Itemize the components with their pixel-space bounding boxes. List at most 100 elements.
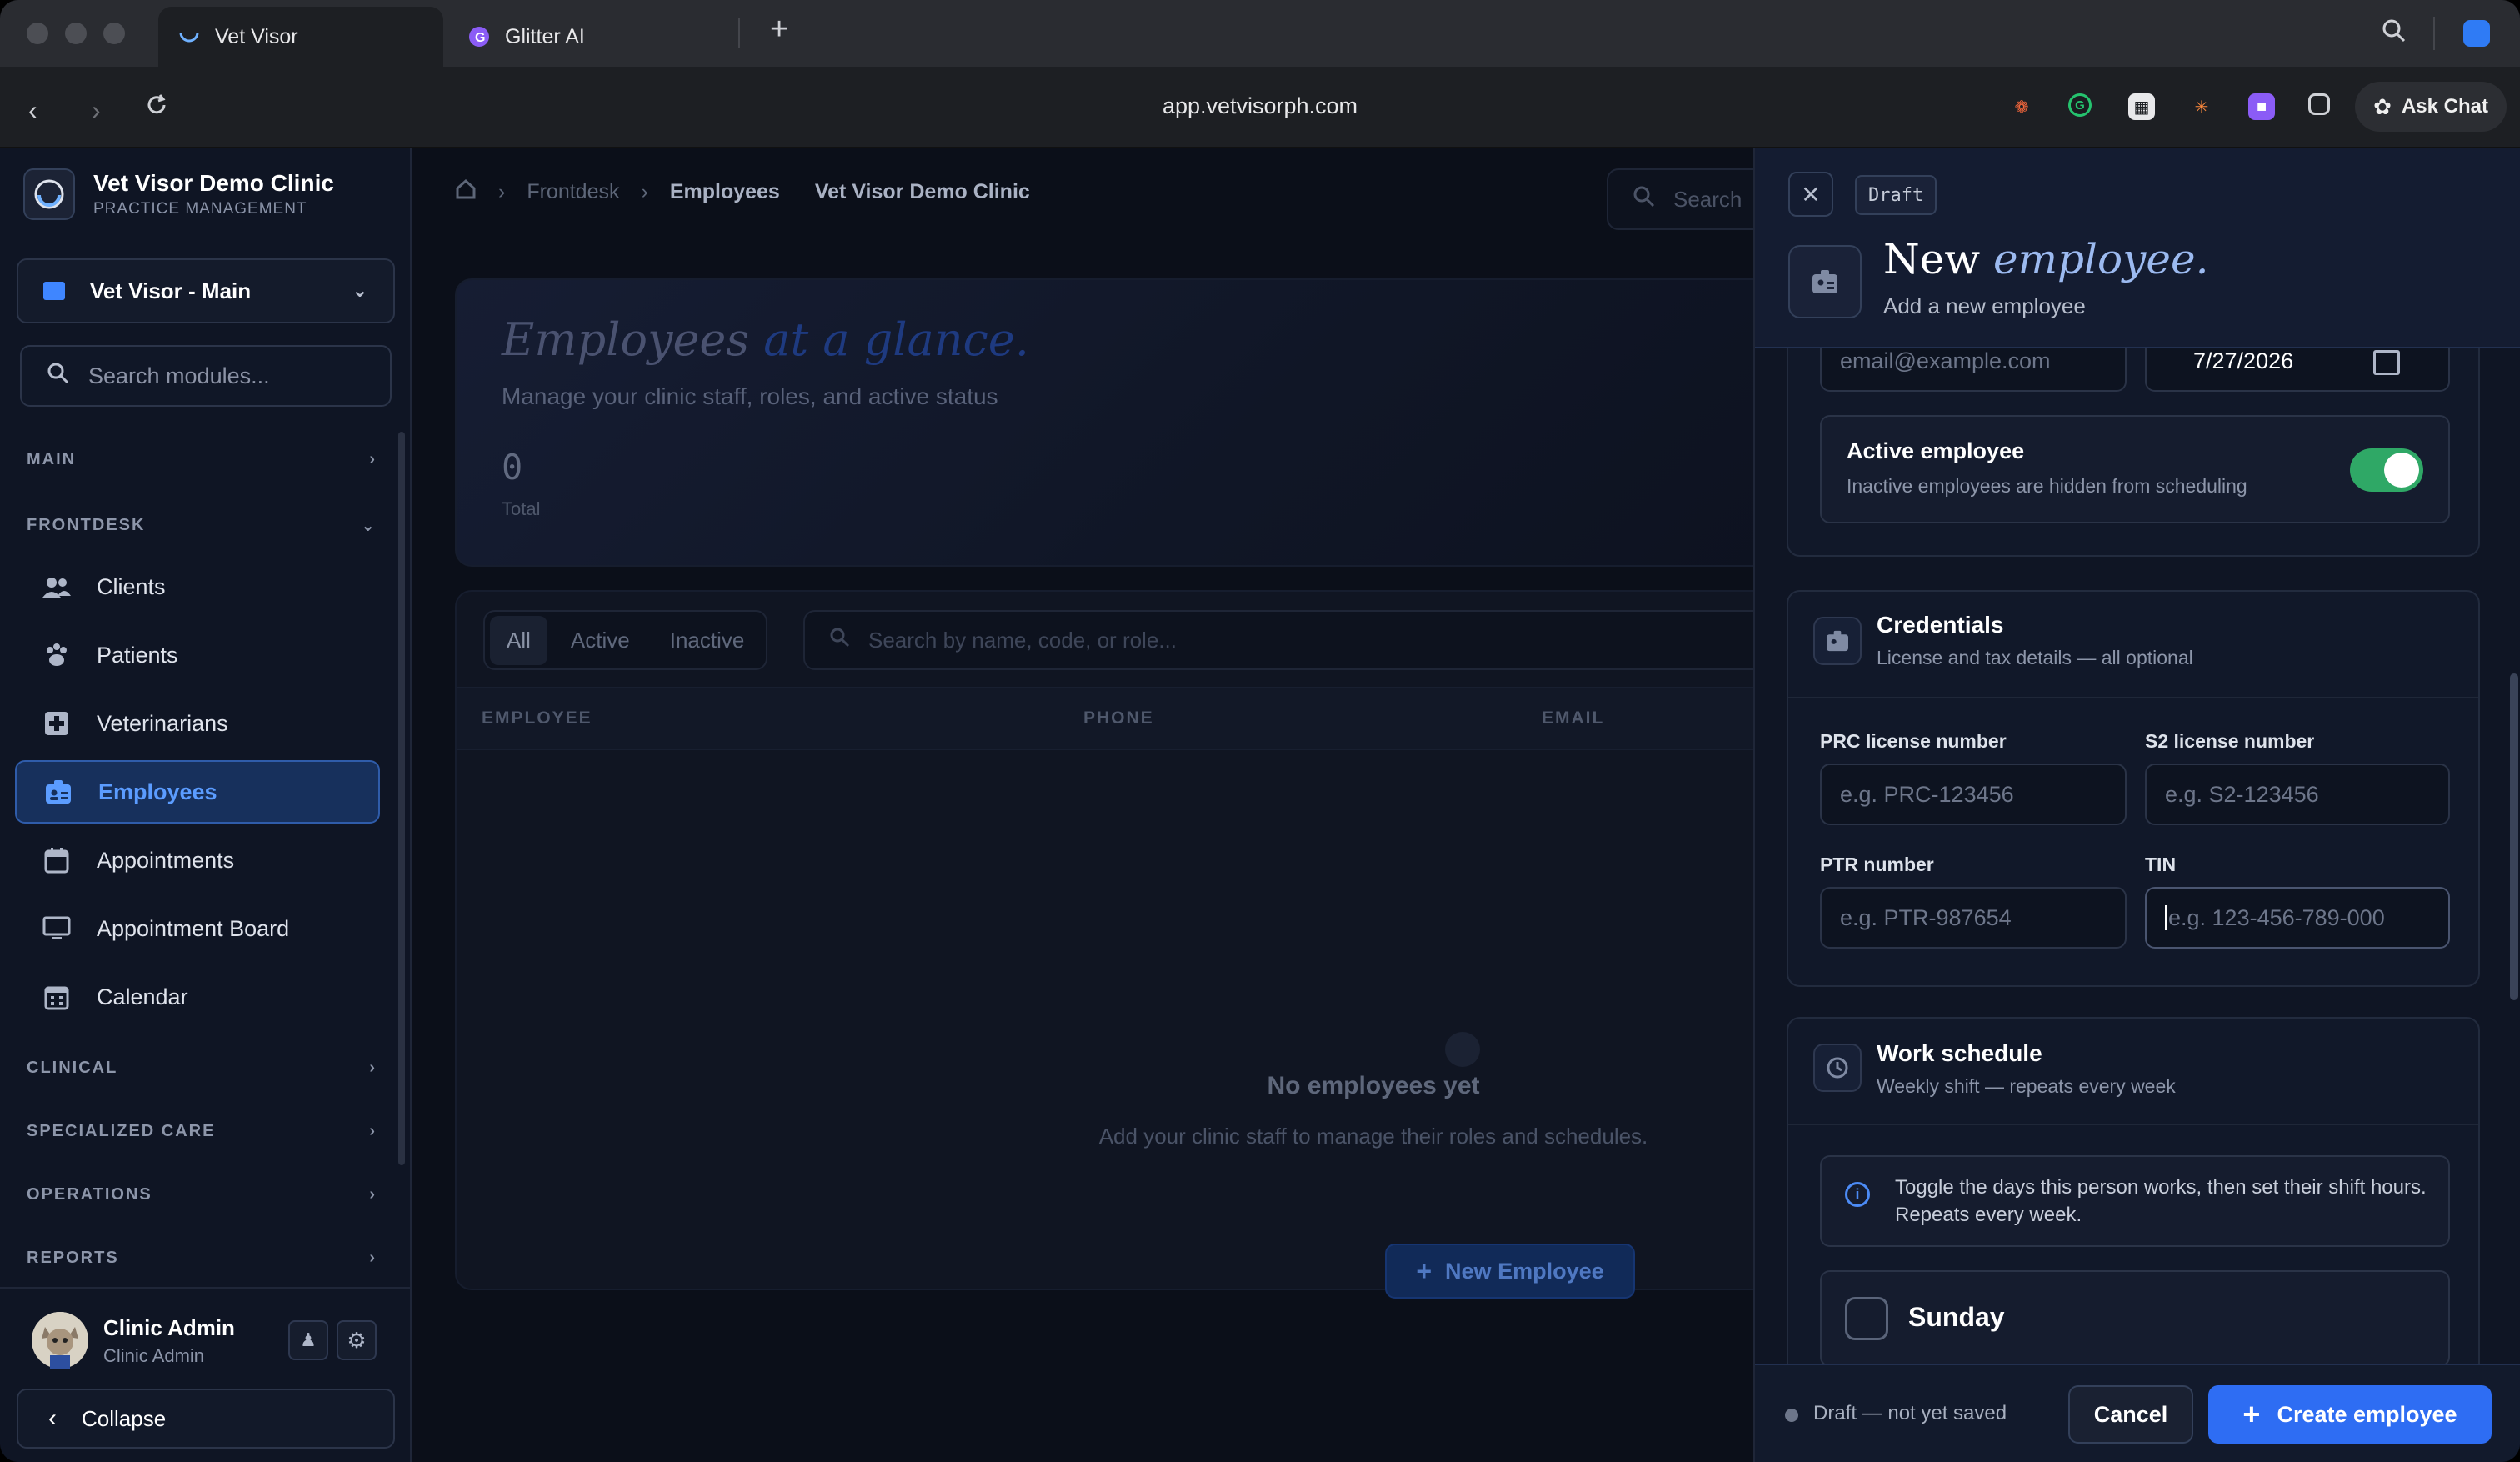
sidebar-item-patients[interactable]: Patients	[15, 623, 380, 687]
section-operations[interactable]: OPERATIONS ›	[27, 1185, 377, 1204]
user-role: Clinic Admin	[103, 1345, 205, 1366]
chevron-right-icon: ›	[369, 1059, 377, 1077]
filter-inactive[interactable]: Inactive	[653, 616, 762, 665]
info-icon: i	[1845, 1182, 1870, 1207]
drawer-subtitle: Add a new employee	[1883, 293, 2086, 318]
tab-vet-visor[interactable]: Vet Visor	[158, 7, 443, 67]
basic-info-card: email@example.com 7/27/2026 Active emplo…	[1787, 348, 2480, 557]
sidebar-item-employees[interactable]: Employees	[15, 760, 380, 824]
maximize-window-button[interactable]	[103, 23, 125, 44]
drawer-scrollbar[interactable]	[2510, 673, 2518, 1000]
main-content: › Frontdesk › Employees Vet Visor Demo C…	[413, 148, 1807, 1462]
drawer-header: ✕ Draft New employee. Add a new employee	[1755, 148, 2520, 348]
chevron-left-icon: ‹	[48, 1404, 57, 1432]
section-main[interactable]: MAIN ›	[27, 450, 377, 469]
medical-cross-icon	[42, 708, 72, 739]
svg-text:G: G	[475, 31, 485, 45]
day-row-sunday[interactable]: Sunday	[1820, 1270, 2450, 1364]
extension-glitter-icon[interactable]: ■	[2248, 93, 2275, 120]
extension-grid-icon[interactable]: ▦	[2128, 93, 2155, 120]
cancel-button[interactable]: Cancel	[2068, 1385, 2193, 1444]
schedule-info-text: Toggle the days this person works, then …	[1895, 1176, 2427, 1226]
employee-list-card: All Active Inactive Search by name, code…	[455, 590, 1803, 1299]
minimize-window-button[interactable]	[65, 23, 87, 44]
draft-status-dot	[1785, 1409, 1798, 1422]
extension-grammarly-icon[interactable]: G	[2068, 93, 2092, 117]
s2-license-input[interactable]: e.g. S2-123456	[2145, 764, 2450, 825]
store-icon	[43, 282, 65, 300]
new-tab-icon[interactable]: +	[770, 12, 788, 48]
ptr-number-input[interactable]: e.g. PTR-987654	[1820, 887, 2127, 949]
card-divider	[1788, 1124, 2478, 1125]
prc-license-input[interactable]: e.g. PRC-123456	[1820, 764, 2127, 825]
new-employee-button[interactable]: + New Employee	[1385, 1244, 1635, 1299]
branch-selector[interactable]: Vet Visor - Main ⌄	[17, 258, 395, 323]
empty-subtitle: Add your clinic staff to manage their ro…	[1098, 1124, 1648, 1149]
profile-icon[interactable]	[2463, 20, 2490, 47]
active-title: Active employee	[1847, 438, 2025, 463]
filter-all[interactable]: All	[490, 615, 548, 665]
switch-user-icon[interactable]: ♟	[288, 1320, 328, 1360]
search-icon	[1633, 186, 1655, 213]
draft-status: Draft — not yet saved	[1813, 1402, 2008, 1424]
column-employee[interactable]: EMPLOYEE	[482, 708, 592, 728]
breadcrumb-employees: Employees	[669, 180, 780, 203]
avatar[interactable]	[32, 1312, 88, 1369]
filter-active[interactable]: Active	[554, 616, 647, 665]
sidebar-item-appointment-board[interactable]: Appointment Board	[15, 897, 380, 960]
section-specialized-care[interactable]: SPECIALIZED CARE ›	[27, 1122, 377, 1141]
tin-input[interactable]: e.g. 123-456-789-000	[2145, 887, 2450, 949]
search-tabs-icon[interactable]	[2382, 18, 2407, 48]
calendar-picker-icon[interactable]	[2373, 350, 2400, 375]
date-field[interactable]: 7/27/2026	[2145, 348, 2450, 392]
close-icon[interactable]: ✕	[1788, 172, 1833, 217]
email-field[interactable]: email@example.com	[1820, 348, 2127, 392]
home-icon[interactable]	[455, 178, 477, 206]
active-subtitle: Inactive employees are hidden from sched…	[1847, 475, 2248, 497]
ptr-label: PTR number	[1820, 854, 1934, 875]
chevron-right-icon: ›	[369, 1249, 377, 1267]
gear-icon[interactable]: ⚙	[337, 1320, 377, 1360]
clinic-logo-icon	[23, 168, 75, 220]
total-count: 0	[502, 447, 523, 488]
sidebar-item-veterinarians[interactable]: Veterinarians	[15, 692, 380, 755]
column-phone[interactable]: PHONE	[1083, 708, 1154, 728]
chevron-down-icon: ⌄	[361, 517, 377, 535]
clock-icon	[1813, 1044, 1862, 1092]
tab-divider	[738, 18, 740, 48]
calendar-icon	[42, 845, 72, 875]
sidebar-item-calendar[interactable]: Calendar	[15, 965, 380, 1029]
collapse-button[interactable]: ‹ Collapse	[17, 1389, 395, 1449]
employee-search-input[interactable]: Search by name, code, or role...	[803, 610, 1803, 670]
breadcrumb-frontdesk[interactable]: Frontdesk	[527, 180, 619, 204]
credentials-title: Credentials	[1877, 612, 2004, 638]
sidebar-item-appointments[interactable]: Appointments	[15, 829, 380, 892]
active-toggle[interactable]	[2350, 448, 2423, 492]
close-window-button[interactable]	[27, 23, 48, 44]
breadcrumb: › Frontdesk › Employees Vet Visor Demo C…	[455, 178, 1030, 206]
sidebar-scrollbar[interactable]	[398, 432, 405, 1165]
extension-spark-icon[interactable]: ✳	[2188, 93, 2215, 120]
extension-fox-icon[interactable]: ❁	[2008, 93, 2035, 120]
day-checkbox[interactable]	[1845, 1297, 1888, 1340]
module-search-input[interactable]: Search modules...	[20, 345, 392, 407]
new-employee-drawer: ✕ Draft New employee. Add a new employee…	[1753, 148, 2520, 1462]
calendar-grid-icon	[42, 982, 72, 1012]
drawer-body: email@example.com 7/27/2026 Active emplo…	[1755, 348, 2520, 1364]
total-label: Total	[502, 498, 541, 519]
section-reports[interactable]: REPORTS ›	[27, 1249, 377, 1268]
tab-glitter-ai[interactable]: G Glitter AI	[463, 7, 738, 67]
section-frontdesk[interactable]: FRONTDESK ⌄	[27, 515, 377, 536]
toggle-knob	[2384, 453, 2419, 488]
extensions-icon[interactable]	[2308, 93, 2330, 115]
sidebar-item-clients[interactable]: Clients	[15, 555, 380, 618]
clinic-name: Vet Visor Demo Clinic	[93, 170, 334, 196]
chevron-down-icon: ⌄	[351, 279, 368, 302]
create-employee-button[interactable]: + Create employee	[2208, 1385, 2492, 1444]
column-email[interactable]: EMAIL	[1542, 708, 1604, 728]
drawer-footer: Draft — not yet saved Cancel + Create em…	[1755, 1364, 2520, 1462]
work-schedule-card: Work schedule Weekly shift — repeats eve…	[1787, 1017, 2480, 1364]
section-clinical[interactable]: CLINICAL ›	[27, 1059, 377, 1078]
card-divider	[1788, 697, 2478, 698]
ask-chat-button[interactable]: ✿ Ask Chat	[2355, 82, 2507, 132]
